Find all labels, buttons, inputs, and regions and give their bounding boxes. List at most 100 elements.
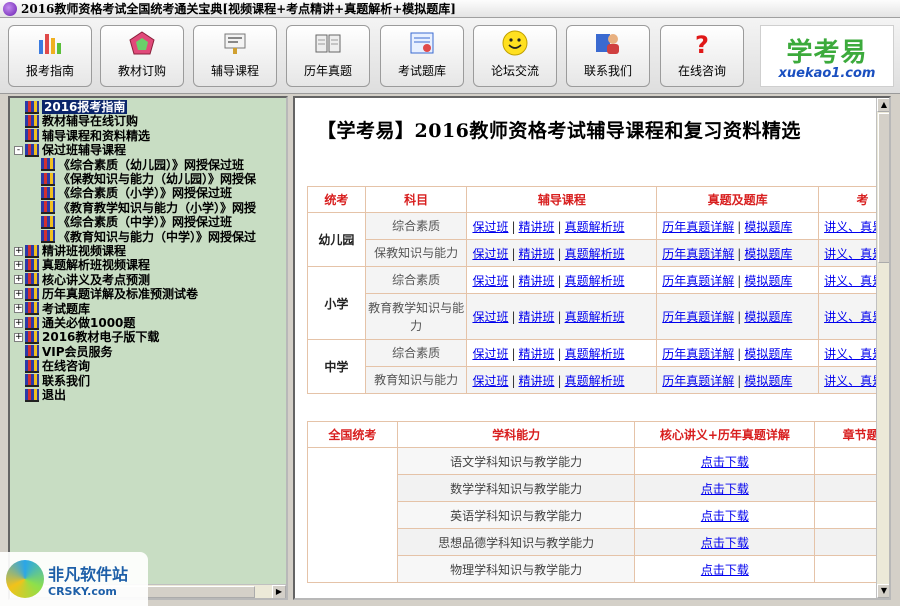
scroll-right-arrow-icon[interactable]: ▶	[272, 585, 286, 598]
exams-link[interactable]: 模拟题库	[744, 220, 792, 234]
tree-item[interactable]: +2016教材电子版下载	[14, 330, 159, 344]
tree-item[interactable]: VIP会员服务	[14, 345, 113, 359]
book-icon	[25, 287, 39, 301]
tree-item[interactable]: + 真题解析班视频课程	[14, 258, 150, 272]
tree-item[interactable]: 《综合素质（幼儿园）》网授保过班	[30, 158, 244, 172]
courses-link[interactable]: 精讲班	[519, 374, 555, 388]
courses-link[interactable]: 精讲班	[519, 347, 555, 361]
tree-item-label: 2016报考指南	[42, 100, 128, 114]
tree-item[interactable]: 2016报考指南	[14, 100, 128, 114]
book-icon	[25, 114, 39, 128]
tree-item[interactable]: + 核心讲义及考点预测	[14, 273, 150, 287]
tree-item[interactable]: - 保过班辅导课程	[14, 143, 126, 157]
exams-link[interactable]: 模拟题库	[744, 347, 792, 361]
expand-icon[interactable]: +	[14, 260, 23, 270]
exams-link[interactable]: 模拟题库	[744, 274, 792, 288]
watermark-logo-icon	[6, 560, 44, 598]
courses-link[interactable]: 真题解析班	[565, 310, 625, 324]
toolbar-button-forum[interactable]: 论坛交流	[473, 25, 557, 87]
courses-link[interactable]: 保过班	[472, 374, 508, 388]
table-row: 中学 综合素质 保过班 | 精讲班 | 真题解析班 历年真题详解 | 模拟题库 讲义、真是	[307, 339, 889, 394]
download-link[interactable]: 点击下载	[701, 482, 749, 496]
exams-link[interactable]: 历年真题详解	[662, 274, 734, 288]
expand-icon[interactable]: +	[14, 246, 23, 256]
courses-link[interactable]: 保过班	[472, 310, 508, 324]
exams-cell: 历年真题详解 | 模拟题库	[656, 366, 820, 394]
toolbar-button-tutoring[interactable]: 辅导课程	[193, 25, 277, 87]
exams-link[interactable]: 历年真题详解	[662, 374, 734, 388]
separator: |	[557, 273, 562, 288]
book-icon	[25, 302, 39, 316]
tree-item[interactable]: 《综合素质（小学）》网授保过班	[30, 186, 232, 200]
exams-link[interactable]: 历年真题详解	[662, 347, 734, 361]
download-link[interactable]: 点击下载	[701, 536, 749, 550]
book-icon	[25, 143, 39, 157]
tree-item[interactable]: 退出	[14, 388, 66, 402]
expand-icon[interactable]: +	[14, 304, 23, 314]
scroll-thumb[interactable]	[878, 113, 889, 263]
tree-item[interactable]: 联系我们	[14, 374, 90, 388]
watermark-text: 非凡软件站	[48, 564, 129, 584]
tree-item[interactable]: + 通关必做1000题	[14, 316, 135, 330]
tree-item[interactable]: + 精讲班视频课程	[14, 244, 126, 258]
exams-cell: 历年真题详解 | 模拟题库	[656, 266, 820, 294]
download-link[interactable]: 点击下载	[701, 455, 749, 469]
courses-link[interactable]: 精讲班	[519, 310, 555, 324]
toolbar-button-report-guide[interactable]: 报考指南	[8, 25, 92, 87]
tree-item-label: 《综合素质（幼儿园）》网授保过班	[58, 157, 245, 172]
tree-item[interactable]: 教材辅导在线订购	[14, 114, 138, 128]
book-icon	[41, 186, 55, 200]
tree-item[interactable]: + 考试题库	[14, 302, 90, 316]
scroll-up-arrow-icon[interactable]: ▲	[877, 98, 889, 112]
download-cell: 点击下载	[634, 474, 816, 502]
expand-icon[interactable]: +	[14, 275, 23, 285]
courses-link[interactable]: 保过班	[472, 247, 508, 261]
toolbar-button-contact[interactable]: 联系我们	[566, 25, 650, 87]
toolbar-button-past-exams[interactable]: 历年真题	[286, 25, 370, 87]
tree-item[interactable]: 《教育知识与能力（中学）》网授保过	[30, 230, 256, 244]
courses-link[interactable]: 真题解析班	[565, 247, 625, 261]
download-link[interactable]: 点击下载	[701, 563, 749, 577]
exams-link[interactable]: 历年真题详解	[662, 247, 734, 261]
tree-item[interactable]: 辅导课程和资料精选	[14, 129, 150, 143]
tree-item[interactable]: 《教育教学知识与能力（小学）》网授	[30, 201, 256, 215]
watermark-url: CRSKY.com	[48, 584, 117, 598]
courses-link[interactable]: 保过班	[472, 347, 508, 361]
courses-link[interactable]: 精讲班	[519, 274, 555, 288]
courses-link[interactable]: 真题解析班	[565, 374, 625, 388]
question-mark-icon: ?	[687, 29, 717, 57]
courses-link[interactable]: 精讲班	[519, 247, 555, 261]
nav-tree: 2016报考指南 教材辅导在线订购 辅导课程和资料精选 - 保过班辅导课程 《综合素质（幼…	[8, 96, 288, 600]
content-vertical-scrollbar[interactable]: ▲ ▼	[876, 98, 889, 598]
courses-link[interactable]: 保过班	[472, 220, 508, 234]
courses-link[interactable]: 精讲班	[519, 220, 555, 234]
toolbar-button-label: 辅导课程	[210, 64, 259, 78]
expand-icon[interactable]: +	[14, 289, 23, 299]
tree-item[interactable]: + 历年真题详解及标准预测试卷	[14, 287, 198, 301]
exams-link[interactable]: 模拟题库	[744, 310, 792, 324]
toolbar-button-online-consult[interactable]: ? 在线咨询	[660, 25, 744, 87]
tree-item[interactable]: 《综合素质（中学）》网授保过班	[30, 215, 232, 229]
exams-link[interactable]: 模拟题库	[744, 374, 792, 388]
tree-item-label: 精讲班视频课程	[42, 244, 127, 258]
scroll-down-arrow-icon[interactable]: ▼	[877, 584, 889, 598]
tree-item[interactable]: 《保教知识与能力（幼儿园）》网授保	[30, 172, 256, 186]
collapse-icon[interactable]: -	[14, 145, 23, 155]
toolbar-button-question-bank[interactable]: 考试题库	[380, 25, 464, 87]
expand-icon[interactable]: +	[14, 332, 23, 342]
courses-link[interactable]: 真题解析班	[565, 220, 625, 234]
toolbar-button-books-order[interactable]: 教材订购	[100, 25, 184, 87]
courses-link[interactable]: 保过班	[472, 274, 508, 288]
exams-cell: 历年真题详解 | 模拟题库	[656, 239, 820, 267]
exams-link[interactable]: 历年真题详解	[662, 310, 734, 324]
exams-link[interactable]: 模拟题库	[744, 247, 792, 261]
expand-icon[interactable]: +	[14, 318, 23, 328]
group-cell	[307, 447, 398, 583]
exams-link[interactable]: 历年真题详解	[662, 220, 734, 234]
tree-item[interactable]: 在线咨询	[14, 359, 90, 373]
courses-link[interactable]: 真题解析班	[565, 274, 625, 288]
tree-item-label: 退出	[42, 388, 67, 402]
courses-link[interactable]: 真题解析班	[565, 347, 625, 361]
subject-cell: 英语学科知识与教学能力	[396, 501, 636, 529]
download-link[interactable]: 点击下载	[701, 509, 749, 523]
